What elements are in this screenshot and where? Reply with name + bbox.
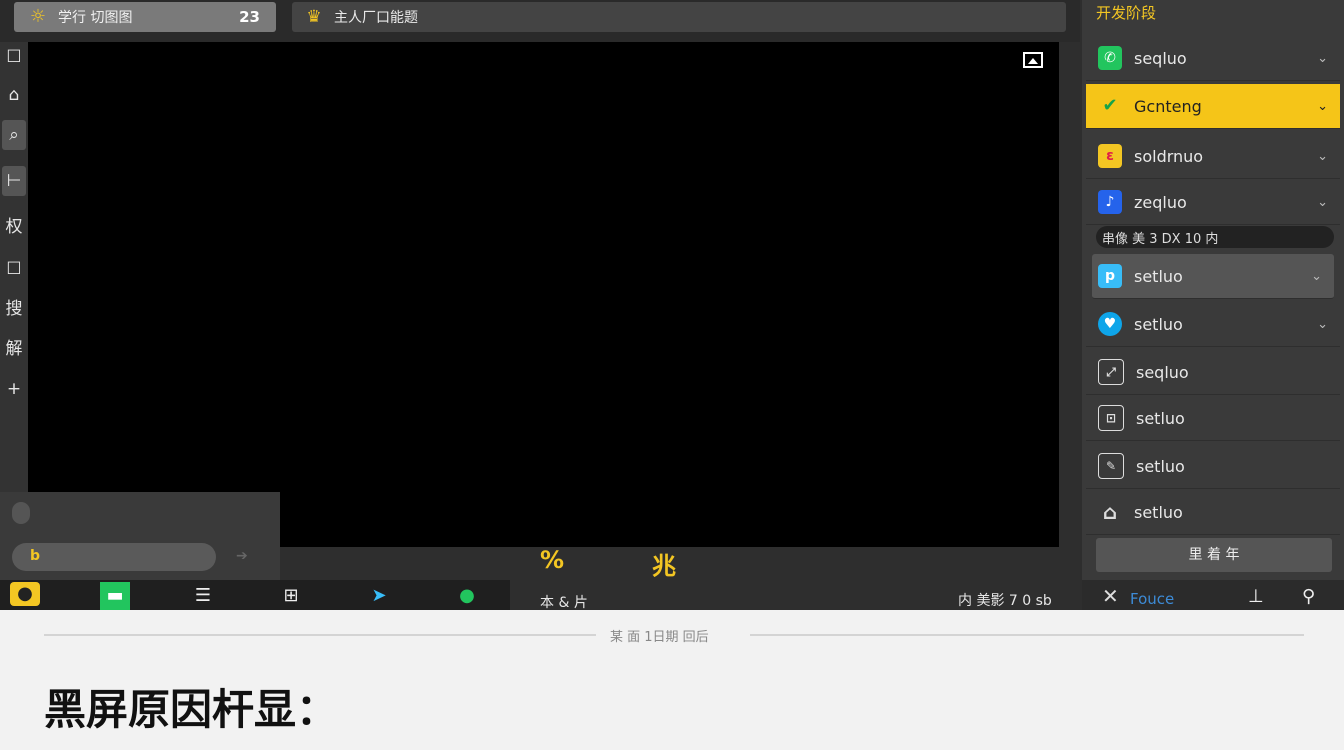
frame-icon: ⊡ <box>1098 405 1124 431</box>
divider <box>44 634 596 636</box>
check-icon: ✔ <box>1102 95 1118 116</box>
toolbar-item-8[interactable]: + <box>0 374 28 404</box>
panel-item-0[interactable]: ✆ seqluo ⌄ <box>1086 36 1340 81</box>
panel-item-3[interactable]: ♪ zeqluo ⌄ <box>1086 180 1340 225</box>
search-bar[interactable]: 串像 美 3 DX 10 内 <box>1096 226 1334 248</box>
chevron-down-icon[interactable]: ⌄ <box>1317 51 1328 66</box>
left-toolbar: ☐ ⌂ ⌕ ⊢ 权 ☐ 搜 解 + <box>0 42 28 492</box>
right-bottom-bar: ✕ Fouce ⊥ ⚲ <box>1082 580 1344 610</box>
toolbar-item-4[interactable]: 权 <box>0 212 28 242</box>
pin-icon[interactable]: ⊥ <box>1248 586 1264 607</box>
status-right: 内 美影 7 0 sb <box>958 593 1052 609</box>
panel-item-5[interactable]: ♥ setluo ⌄ <box>1086 302 1340 347</box>
pill-letter: b <box>30 548 41 564</box>
home-icon: ⌂ <box>1102 500 1118 524</box>
close-icon[interactable]: ✕ <box>1102 584 1119 608</box>
send-icon[interactable]: ➤ <box>364 582 394 610</box>
crown-icon: ♛ <box>306 7 322 27</box>
percent-symbol: % <box>540 546 565 574</box>
tab-label: 学行 切图图 <box>58 10 133 26</box>
flame-icon: ε <box>1098 144 1122 168</box>
panel-item-2[interactable]: ε soldrnuo ⌄ <box>1086 134 1340 179</box>
edit-icon: ✎ <box>1098 453 1124 479</box>
phone-icon: ✆ <box>1098 46 1122 70</box>
tab-count: 23 <box>239 8 260 26</box>
panel-button[interactable]: 里 着 年 <box>1096 538 1332 572</box>
tab-active[interactable]: ☼ 学行 切图图 23 <box>14 2 276 32</box>
grid-icon[interactable]: ⊞ <box>276 582 306 610</box>
panel-item-4[interactable]: p setluo ⌄ <box>1092 254 1334 299</box>
sun-icon: ☼ <box>29 6 47 27</box>
panel-item-6[interactable]: ⤢ seqluo <box>1086 350 1340 395</box>
location-icon[interactable]: ⚲ <box>1302 586 1315 607</box>
toolbar-item-7[interactable]: 解 <box>0 334 28 364</box>
dock: ● ▬ ☰ ⊞ ➤ ● <box>0 580 510 610</box>
status-left: 本 & 片 <box>540 595 588 611</box>
heart-icon: ♥ <box>1098 312 1122 336</box>
caption: 某 面 1日期 回后 <box>610 630 709 645</box>
app-green-icon[interactable]: ▬ <box>100 582 130 610</box>
bottom-label[interactable]: Fouce <box>1130 590 1174 608</box>
menu-icon[interactable]: ☰ <box>188 582 218 610</box>
box-icon: ⤢ <box>1098 359 1124 385</box>
music-icon: ♪ <box>1098 190 1122 214</box>
panel-item-9[interactable]: ⌂ setluo <box>1086 490 1340 535</box>
divider <box>750 634 1304 636</box>
toolbar-item-0[interactable]: ☐ <box>0 42 28 72</box>
arrow-right-icon[interactable]: ➔ <box>236 548 248 564</box>
chevron-down-icon[interactable]: ⌄ <box>1317 317 1328 332</box>
document-heading: 黑屏原因杆显： <box>44 685 339 734</box>
chevron-down-icon[interactable]: ⌄ <box>1317 149 1328 164</box>
tab-label: 主人厂口能题 <box>334 10 418 26</box>
picture-icon[interactable] <box>1023 52 1043 68</box>
panel-title: 开发阶段 <box>1096 4 1157 22</box>
chevron-down-icon[interactable]: ⌄ <box>1317 195 1328 210</box>
toolbar-item-3[interactable]: ⊢ <box>2 166 26 196</box>
toolbar-item-1[interactable]: ⌂ <box>0 80 28 110</box>
status-glyph: 兆 <box>652 552 676 580</box>
toolbar-item-2[interactable]: ⌕ <box>2 120 26 150</box>
chevron-down-icon[interactable]: ⌄ <box>1317 99 1328 114</box>
toolbar-item-5[interactable]: ☐ <box>0 254 28 284</box>
toolbar-item-6[interactable]: 搜 <box>0 294 28 324</box>
video-viewport[interactable] <box>28 42 1059 547</box>
panel-item-8[interactable]: ✎ setluo <box>1086 444 1340 489</box>
search-text: 串像 美 3 DX 10 内 <box>1102 232 1219 247</box>
p-icon: p <box>1098 264 1122 288</box>
chevron-down-icon[interactable]: ⌄ <box>1311 269 1322 284</box>
panel-item-7[interactable]: ⊡ setluo <box>1086 396 1340 441</box>
run-icon[interactable]: ● <box>452 582 482 610</box>
panel-item-1[interactable]: ✔ Gcnteng ⌄ <box>1086 84 1340 129</box>
progress-pill[interactable]: b <box>12 543 216 571</box>
chat-icon[interactable]: ● <box>10 582 40 606</box>
tab-secondary[interactable]: ♛ 主人厂口能题 <box>292 2 1066 32</box>
toggle-pill[interactable] <box>12 502 30 524</box>
